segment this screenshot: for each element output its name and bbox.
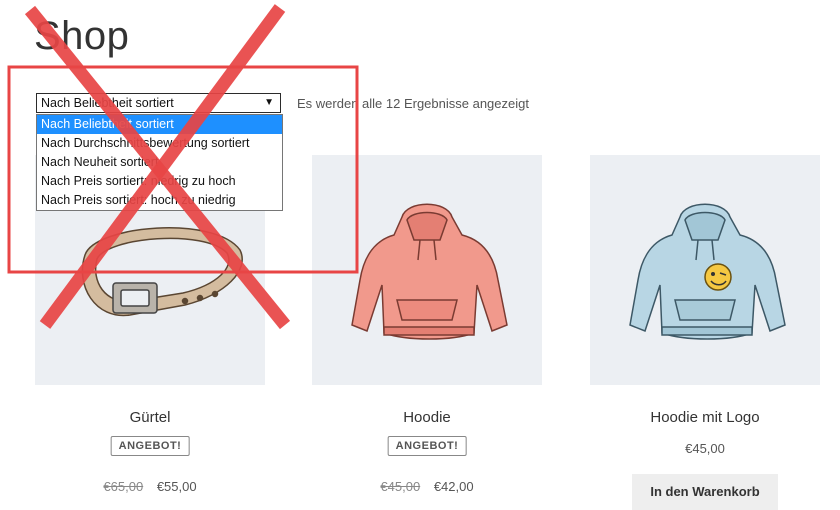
sale-badge: ANGEBOT!: [110, 436, 190, 456]
price-old: €45,00: [380, 479, 421, 494]
sort-option-rating[interactable]: Nach Durchschnittsbewertung sortiert: [37, 134, 282, 153]
shop-page: Shop Nach Beliebtheit sortiert ▼ Es werd…: [0, 0, 840, 510]
product-name[interactable]: Hoodie: [312, 409, 542, 426]
sort-select[interactable]: Nach Beliebtheit sortiert ▼: [36, 93, 281, 113]
price-row: €45,00 €42,00: [312, 479, 542, 494]
product-image-hoodie[interactable]: [312, 155, 542, 385]
price-new: €42,00: [433, 479, 474, 494]
sort-selected-value: Nach Beliebtheit sortiert: [41, 96, 174, 110]
price: €45,00: [685, 441, 725, 456]
add-to-cart-button[interactable]: In den Warenkorb: [632, 474, 778, 510]
sort-option-price-desc[interactable]: Nach Preis sortiert: hoch zu niedrig: [37, 191, 282, 210]
product-image-hoodie-logo[interactable]: [590, 155, 820, 385]
sale-badge: ANGEBOT!: [387, 436, 467, 456]
sort-option-popularity[interactable]: Nach Beliebtheit sortiert: [37, 115, 282, 134]
page-title: Shop: [34, 14, 130, 58]
product-card: Hoodie ANGEBOT! €45,00 €42,00: [312, 155, 542, 494]
sort-option-newest[interactable]: Nach Neuheit sortiert: [37, 153, 282, 172]
product-name[interactable]: Hoodie mit Logo: [590, 409, 820, 426]
product-card: Hoodie mit Logo €45,00 In den Warenkorb: [590, 155, 820, 510]
hoodie-logo-icon: [629, 203, 786, 340]
hoodie-icon: [351, 203, 508, 340]
product-name[interactable]: Gürtel: [35, 409, 265, 426]
price-old: €65,00: [103, 479, 144, 494]
price-row: €65,00 €55,00: [35, 479, 265, 494]
result-count: Es werden alle 12 Ergebnisse angezeigt: [297, 96, 529, 111]
sort-option-price-asc[interactable]: Nach Preis sortiert: niedrig zu hoch: [37, 172, 282, 191]
triangle-down-icon: ▼: [264, 97, 274, 108]
price-new: €55,00: [156, 479, 197, 494]
sort-dropdown-list: Nach Beliebtheit sortiert Nach Durchschn…: [36, 114, 283, 211]
